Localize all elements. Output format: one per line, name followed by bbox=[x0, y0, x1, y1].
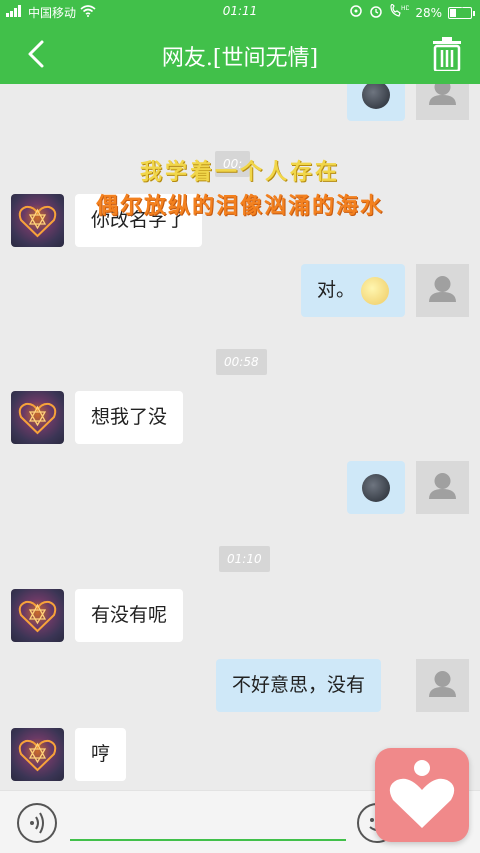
charging-bolt-icon: ⚡ bbox=[456, 4, 464, 18]
heart-app-icon bbox=[389, 760, 455, 828]
status-bar: 中国移动 01:11 HD 28% ⚡ bbox=[0, 0, 480, 24]
heart-star-avatar-image bbox=[18, 600, 57, 633]
friend-avatar[interactable] bbox=[11, 391, 64, 444]
new-moon-face-emoji bbox=[362, 84, 390, 109]
chat-title: 网友.[世间无情] bbox=[161, 46, 319, 71]
trash-icon bbox=[433, 37, 461, 73]
lyric-overlay-line2: 偶尔放纵的泪像汹涌的海水 bbox=[95, 193, 384, 219]
hd-call-icon: HD bbox=[389, 2, 411, 21]
voice-icon bbox=[30, 812, 44, 834]
heart-star-avatar-image bbox=[18, 739, 57, 772]
lyric-overlay-line1: 我学着一个人存在 bbox=[139, 159, 340, 185]
full-moon-face-emoji bbox=[361, 276, 390, 305]
default-user-icon bbox=[429, 84, 456, 105]
chat-header: 网友.[世间无情] bbox=[0, 24, 480, 84]
message-bubble-me[interactable] bbox=[347, 84, 405, 121]
my-avatar[interactable] bbox=[416, 461, 469, 514]
message-bubble-me[interactable]: 不好意思，没有 bbox=[216, 659, 382, 712]
default-user-icon bbox=[429, 276, 456, 302]
message-bubble-friend[interactable]: 想我了没 bbox=[75, 391, 184, 444]
default-user-icon bbox=[429, 671, 456, 697]
my-avatar[interactable] bbox=[416, 659, 469, 712]
battery-percent: 28% bbox=[415, 5, 442, 20]
message-bubble-me[interactable] bbox=[347, 461, 405, 514]
my-avatar[interactable] bbox=[416, 264, 469, 317]
timestamp: 01:10 bbox=[219, 546, 270, 572]
message-text: 对。 bbox=[317, 279, 356, 301]
floating-heart-app-button[interactable] bbox=[375, 748, 469, 842]
voice-button[interactable] bbox=[17, 803, 57, 843]
message-bubble-friend[interactable]: 哼 bbox=[75, 728, 127, 781]
hotspot-icon bbox=[349, 4, 363, 21]
message-bubble-me[interactable]: 对。 bbox=[301, 264, 406, 317]
message-input[interactable] bbox=[70, 807, 346, 841]
heart-star-avatar-image bbox=[18, 402, 57, 435]
status-right: HD 28% ⚡ bbox=[349, 2, 475, 21]
battery-icon: ⚡ bbox=[448, 4, 475, 19]
default-user-icon bbox=[429, 473, 456, 499]
new-moon-face-emoji bbox=[362, 473, 390, 502]
delete-button[interactable] bbox=[432, 37, 462, 73]
friend-avatar[interactable] bbox=[11, 589, 64, 642]
alarm-icon bbox=[369, 4, 383, 21]
timestamp: 00:58 bbox=[216, 349, 267, 375]
friend-avatar[interactable] bbox=[11, 728, 64, 781]
svg-text:HD: HD bbox=[401, 5, 409, 12]
my-avatar[interactable] bbox=[416, 84, 469, 120]
message-bubble-friend[interactable]: 有没有呢 bbox=[75, 589, 184, 642]
